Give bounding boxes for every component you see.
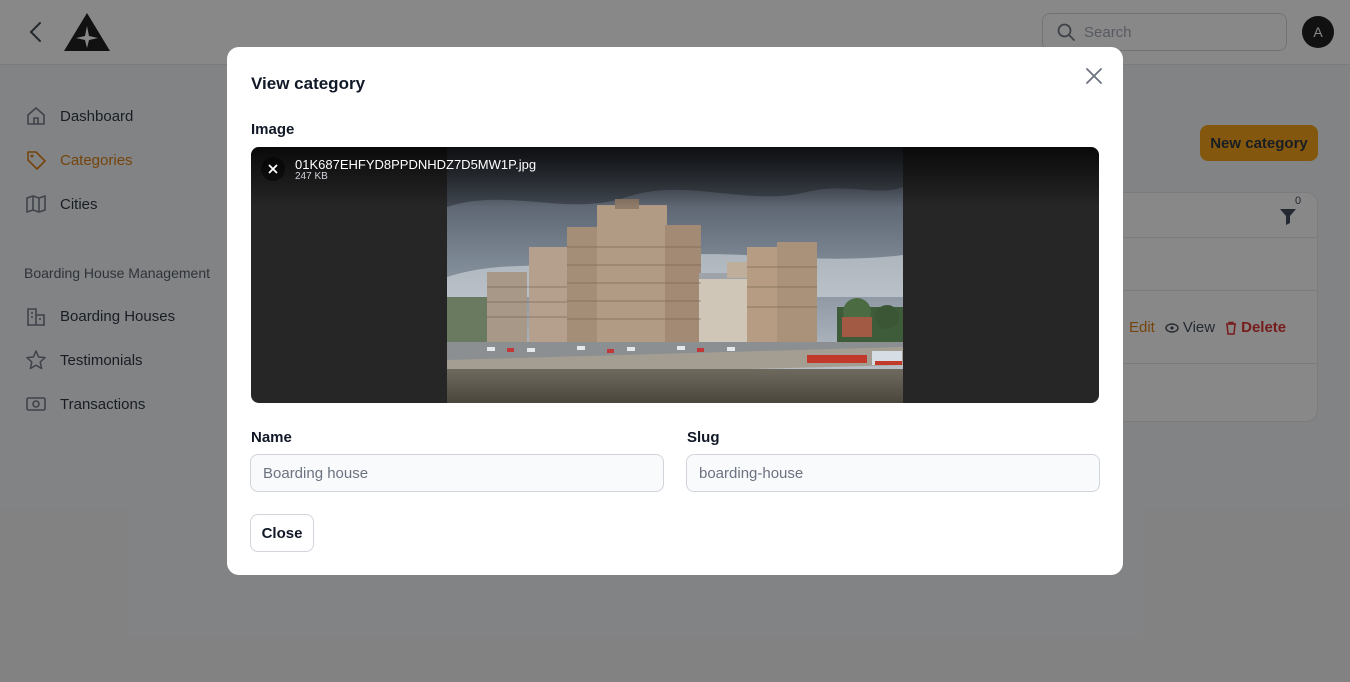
image-header-gradient (251, 147, 1099, 207)
close-icon (268, 164, 278, 174)
slug-field[interactable] (686, 454, 1100, 492)
view-category-modal: View category Image 01K687EHFYD8PPDNHDZ7… (227, 47, 1123, 575)
close-button[interactable]: Close (250, 514, 314, 552)
image-upload-preview: 01K687EHFYD8PPDNHDZ7D5MW1P.jpg 247 KB (251, 147, 1099, 403)
slug-label: Slug (687, 429, 720, 446)
name-label: Name (251, 429, 292, 446)
file-size: 247 KB (295, 171, 328, 182)
remove-file-button[interactable] (261, 157, 285, 181)
modal-title: View category (251, 74, 366, 93)
name-field[interactable] (250, 454, 664, 492)
modal-close-button[interactable] (1082, 64, 1106, 88)
slug-input[interactable] (687, 455, 1099, 491)
close-icon (1086, 68, 1102, 84)
name-input[interactable] (251, 455, 663, 491)
file-name: 01K687EHFYD8PPDNHDZ7D5MW1P.jpg (295, 157, 537, 172)
image-label: Image (251, 121, 295, 138)
